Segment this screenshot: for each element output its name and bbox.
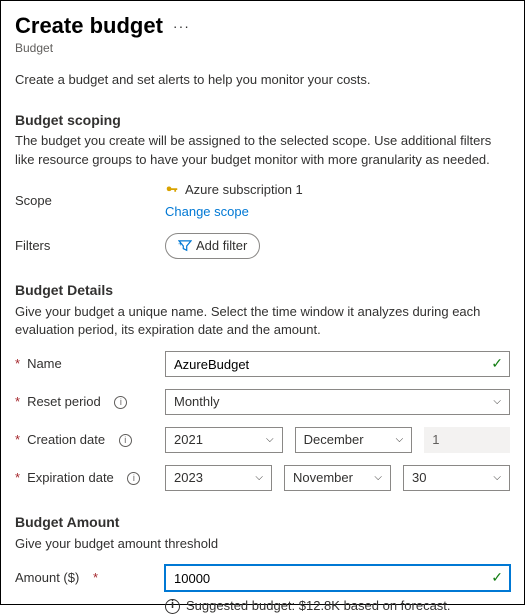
chevron-down-icon: ⌵: [493, 395, 501, 409]
check-icon: ✓: [491, 568, 503, 588]
more-icon[interactable]: ···: [173, 17, 190, 37]
page-subtitle: Budget: [15, 40, 510, 57]
required-icon: *: [15, 355, 20, 373]
info-icon[interactable]: i: [127, 472, 140, 485]
required-icon: *: [15, 431, 20, 449]
expiration-month-value: November: [293, 469, 353, 487]
expiration-month-select[interactable]: November ⌵: [284, 465, 391, 491]
details-heading: Budget Details: [15, 281, 510, 301]
scope-value: Azure subscription 1: [185, 181, 303, 199]
expiration-day-value: 30: [412, 469, 426, 487]
filters-label: Filters: [15, 237, 165, 255]
name-input-field[interactable]: [174, 352, 501, 376]
creation-month-select[interactable]: December ⌵: [295, 427, 413, 453]
creation-month-value: December: [304, 431, 364, 449]
expiration-date-label: Expiration date: [27, 469, 114, 487]
creation-year-value: 2021: [174, 431, 203, 449]
info-icon[interactable]: i: [119, 434, 132, 447]
details-description: Give your budget a unique name. Select t…: [15, 303, 510, 339]
suggestion-text: Suggested budget: $12.8K based on foreca…: [186, 597, 451, 615]
expiration-year-value: 2023: [174, 469, 203, 487]
info-icon: i: [165, 599, 180, 614]
intro-text: Create a budget and set alerts to help y…: [15, 71, 510, 89]
creation-year-select[interactable]: 2021 ⌵: [165, 427, 283, 453]
page-title: Create budget: [15, 11, 163, 42]
reset-period-select[interactable]: Monthly ⌵: [165, 389, 510, 415]
filter-icon: +: [178, 240, 192, 252]
change-scope-link[interactable]: Change scope: [165, 203, 510, 221]
chevron-down-icon: ⌵: [493, 471, 501, 485]
required-icon: *: [15, 469, 20, 487]
add-filter-button[interactable]: + Add filter: [165, 233, 260, 259]
scope-label: Scope: [15, 192, 165, 210]
add-filter-label: Add filter: [196, 237, 247, 255]
chevron-down-icon: ⌵: [396, 433, 404, 447]
amount-label: Amount ($): [15, 569, 79, 587]
name-label: Name: [27, 355, 62, 373]
expiration-year-select[interactable]: 2023 ⌵: [165, 465, 272, 491]
required-icon: *: [15, 393, 20, 411]
check-icon: ✓: [491, 354, 503, 374]
chevron-down-icon: ⌵: [374, 471, 382, 485]
reset-period-value: Monthly: [174, 393, 220, 411]
chevron-down-icon: ⌵: [266, 433, 274, 447]
reset-label: Reset period: [27, 393, 101, 411]
creation-day-value: 1: [432, 431, 439, 449]
amount-input[interactable]: ✓: [165, 565, 510, 591]
amount-input-field[interactable]: [174, 566, 501, 590]
svg-text:+: +: [178, 240, 183, 248]
name-input[interactable]: ✓: [165, 351, 510, 377]
scoping-heading: Budget scoping: [15, 111, 510, 131]
required-icon: *: [93, 569, 98, 587]
key-icon: [165, 183, 179, 197]
expiration-day-select[interactable]: 30 ⌵: [403, 465, 510, 491]
amount-heading: Budget Amount: [15, 513, 510, 533]
scoping-description: The budget you create will be assigned t…: [15, 132, 510, 168]
creation-day-readonly: 1: [424, 427, 510, 453]
chevron-down-icon: ⌵: [255, 471, 263, 485]
creation-date-label: Creation date: [27, 431, 105, 449]
info-icon[interactable]: i: [114, 396, 127, 409]
amount-description: Give your budget amount threshold: [15, 535, 510, 553]
